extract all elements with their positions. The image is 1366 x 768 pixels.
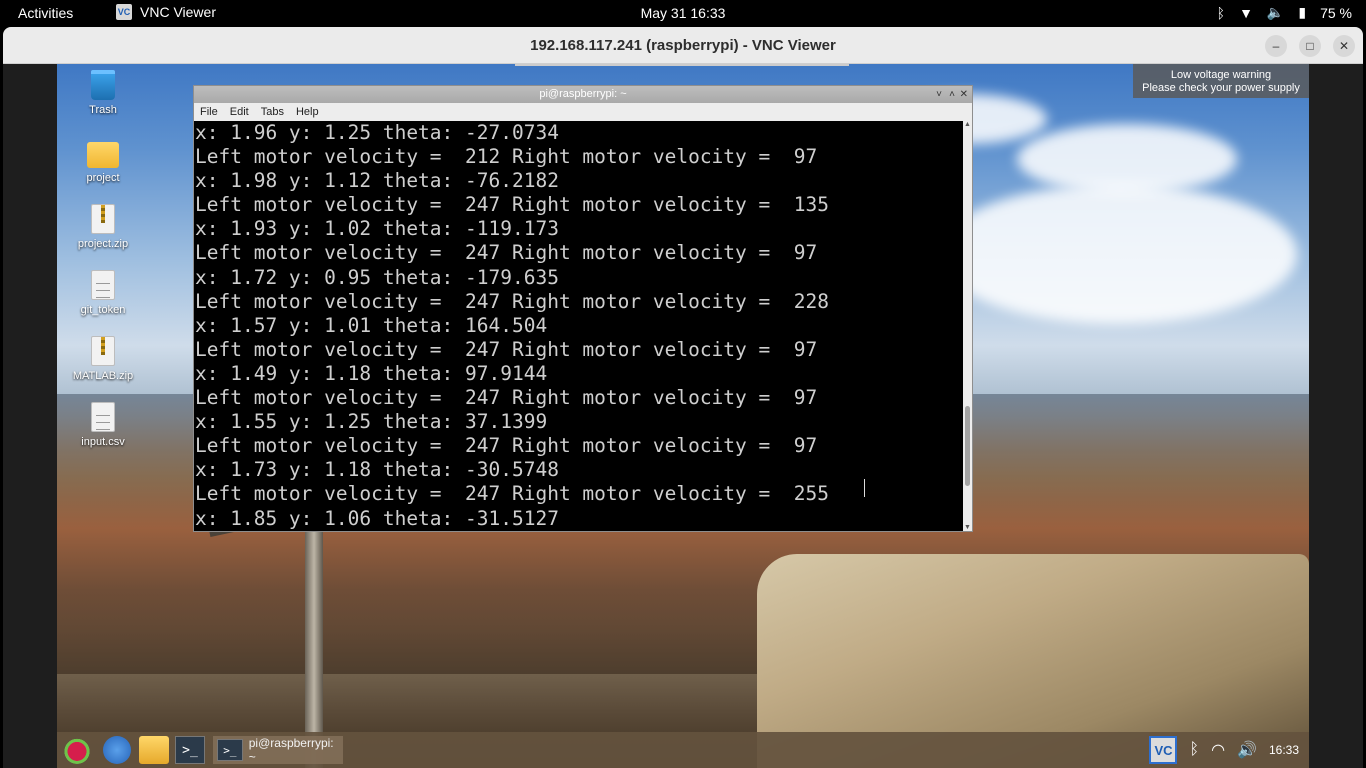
bing-icon[interactable]: ᛒ [1217,5,1225,21]
desktop-icon-label: git_token [80,304,126,316]
system-tray[interactable]: ᛒ ▼ 🔈 ▮ 75 % [1217,4,1352,21]
zip-file-icon [91,204,115,234]
terminal-line: x: 1.55 y: 1.25 theta: 37.1399 [195,410,548,434]
desktop-icon-label: Trash [89,104,117,116]
terminal-title: pi@raspberrypi: ~ [539,88,627,100]
vnc-tray-icon[interactable]: VC [1149,736,1178,764]
desktop-icon-label: MATLAB.zip [72,370,134,382]
terminal-scrollbar[interactable]: ▲ ▼ [963,121,972,531]
wifi-icon[interactable]: ◠ [1211,740,1225,760]
terminal-line: x: 1.57 y: 1.01 theta: 164.504 [195,313,548,337]
battery-percent[interactable]: 75 % [1320,5,1352,21]
terminal-line: Left motor velocity = 247 Right motor ve… [195,337,818,361]
zip-file-icon [91,336,115,366]
battery-icon[interactable]: ▮ [1298,4,1306,21]
terminal-minimize-icon[interactable]: ˅ [936,86,942,103]
desktop-icon-trash[interactable]: Trash [57,70,149,116]
menu-tabs[interactable]: Tabs [261,106,292,118]
top-bar: Activities VC VNC Viewer May 31 16:33 ᛒ … [0,0,1366,27]
pi-system-tray: VC ᛒ ◠ 🔊 16:33 [1149,736,1299,764]
menu-edit[interactable]: Edit [230,106,257,118]
desktop-icon-label: input.csv [81,436,125,448]
maximize-button[interactable]: □ [1299,35,1321,57]
minimize-button[interactable]: – [1265,35,1287,57]
raspberry-taskbar: >_ >_ pi@raspberrypi: ~ VC ᛒ ◠ 🔊 16:33 [57,732,1309,768]
terminal-titlebar[interactable]: pi@raspberrypi: ~ ˅ ˄ ✕ [194,86,972,103]
terminal-window[interactable]: pi@raspberrypi: ~ ˅ ˄ ✕ File Edit Tabs H… [193,85,973,532]
desktop-icon-project-zip[interactable]: project.zip [57,204,149,250]
wallpaper-cloud [937,184,1297,324]
terminal-line: Left motor velocity = 247 Right motor ve… [195,289,829,313]
terminal-line: Left motor velocity = 247 Right motor ve… [195,193,829,217]
bluetooth-icon[interactable]: ᛒ [1189,741,1199,759]
volume-icon[interactable]: 🔈 [1267,4,1284,21]
vnc-viewer-window: 192.168.117.241 (raspberrypi) - VNC View… [3,27,1363,768]
terminal-line: Left motor velocity = 247 Right motor ve… [195,434,818,458]
text-cursor-icon [864,479,870,497]
clock[interactable]: May 31 16:33 [641,5,726,21]
terminal-line: x: 1.85 y: 1.06 theta: -31.5127 [195,506,559,530]
menu-help[interactable]: Help [296,106,327,118]
warning-message: Please check your power supply [1142,82,1300,94]
raspberry-menu-icon[interactable] [63,736,91,764]
menu-file[interactable]: File [200,106,226,118]
folder-icon [87,142,119,168]
desktop-icon-git-token[interactable]: git_token [57,270,149,316]
desktop-icon-project[interactable]: project [57,138,149,184]
desktop-icon-label: project.zip [77,238,129,250]
app-name: VNC Viewer [140,4,216,20]
desktop-icon-matlab-zip[interactable]: MATLAB.zip [57,336,149,382]
activities-button[interactable]: Activities [18,5,73,21]
trash-icon [91,70,115,100]
taskbar-window-terminal[interactable]: >_ pi@raspberrypi: ~ [213,736,343,764]
desktop-icon-input-csv[interactable]: input.csv [57,402,149,448]
vnc-app-icon: VC [116,4,132,20]
file-manager-icon[interactable] [139,736,169,764]
terminal-line: x: 1.73 y: 1.18 theta: -30.5748 [195,458,559,482]
scroll-up-icon[interactable]: ▲ [964,121,971,128]
top-panel-edge [515,64,849,66]
volume-icon[interactable]: 🔊 [1237,740,1257,760]
terminal-line: Left motor velocity = 247 Right motor ve… [195,241,818,265]
terminal-icon: >_ [217,739,243,761]
app-menu[interactable]: VC VNC Viewer [116,4,216,20]
terminal-close-icon[interactable]: ✕ [960,86,968,103]
vnc-window-title: 192.168.117.241 (raspberrypi) - VNC View… [530,37,836,54]
terminal-line: x: 1.72 y: 0.95 theta: -179.635 [195,265,559,289]
terminal-output[interactable]: x: 1.96 y: 1.25 theta: -27.0734 Left moto… [194,121,964,531]
text-file-icon [91,270,115,300]
browser-icon[interactable] [103,736,131,764]
scroll-thumb[interactable] [965,406,970,486]
low-voltage-warning[interactable]: Low voltage warning Please check your po… [1133,64,1309,98]
vnc-titlebar[interactable]: 192.168.117.241 (raspberrypi) - VNC View… [3,27,1363,64]
scroll-down-icon[interactable]: ▼ [964,524,971,531]
text-file-icon [91,402,115,432]
terminal-line: x: 1.98 y: 1.12 theta: -76.2182 [195,169,559,193]
terminal-line: x: 1.93 y: 1.02 theta: -119.173 [195,217,559,241]
terminal-icon[interactable]: >_ [175,736,205,764]
warning-title: Low voltage warning [1170,69,1272,81]
terminal-menubar: File Edit Tabs Help [194,103,972,121]
terminal-maximize-icon[interactable]: ˄ [949,86,955,103]
taskbar-window-label: pi@raspberrypi: ~ [248,736,334,764]
taskbar-clock[interactable]: 16:33 [1269,743,1299,757]
terminal-line: Left motor velocity = 247 Right motor ve… [195,386,818,410]
terminal-line: x: 1.49 y: 1.18 theta: 97.9144 [195,361,548,385]
wallpaper-cloud [1017,124,1237,194]
terminal-line: Left motor velocity = 247 Right motor ve… [195,482,829,506]
terminal-line: Left motor velocity = 212 Right motor ve… [195,145,818,169]
remote-desktop[interactable]: Trash project project.zip git_token MATL… [57,64,1309,768]
desktop-icon-label: project [86,172,120,184]
close-button[interactable]: ✕ [1333,35,1355,57]
wifi-icon[interactable]: ▼ [1239,5,1253,21]
terminal-line: x: 1.96 y: 1.25 theta: -27.0734 [195,121,559,144]
